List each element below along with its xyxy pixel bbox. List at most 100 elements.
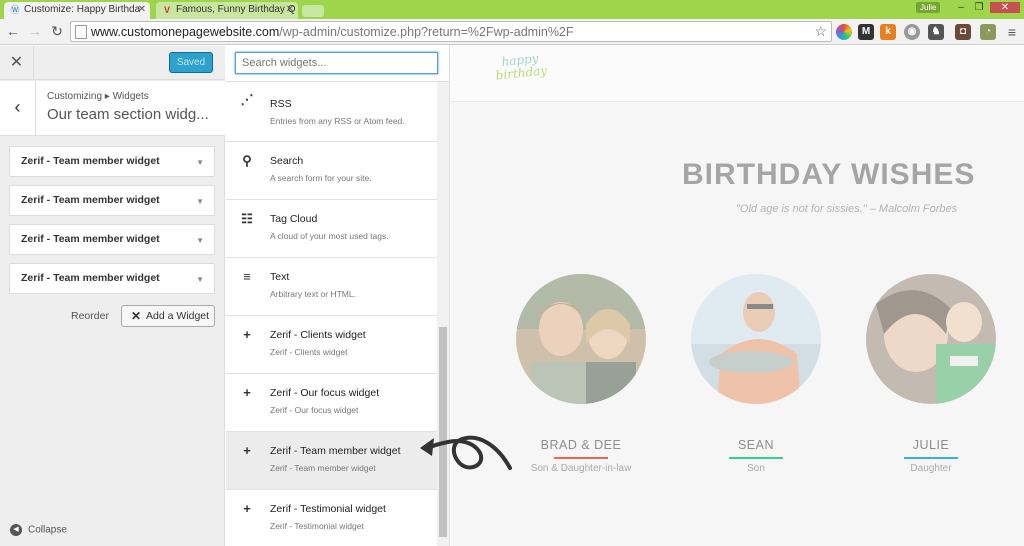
collapse-button[interactable]: ◀ Collapse [10, 524, 67, 536]
reload-icon[interactable]: ↻ [48, 22, 66, 40]
panel-title: Our team section widg... [47, 106, 209, 123]
collapse-label: Collapse [28, 524, 67, 536]
browser-tab-strip: Ⓦ Customize: Happy Birthda ✕ V Famous, F… [0, 0, 1024, 19]
new-tab-button[interactable] [302, 5, 324, 17]
team-member-card: JULIE Daughter [861, 274, 1001, 474]
sidebar-widget-item[interactable]: Zerif - Team member widget ▼ [9, 263, 215, 294]
customizer-sidebar: ✕ Saved ‹ Customizing ▸ Widgets Our team… [0, 46, 225, 546]
available-widget-search[interactable]: ⚲ Search A search form for your site. [226, 142, 437, 200]
tab-quotes[interactable]: V Famous, Funny Birthday Q ✕ [156, 2, 298, 19]
back-arrow-icon[interactable]: ← [4, 22, 22, 40]
tab-title: Famous, Funny Birthday Q [176, 4, 296, 15]
widget-desc: A search form for your site. [270, 173, 372, 183]
team-member-card: SEAN Son [686, 274, 826, 474]
widget-name: Search [270, 155, 304, 167]
available-widget-text[interactable]: ≡ Text Arbitrary text or HTML. [226, 258, 437, 316]
widget-desc: Zerif - Testimonial widget [270, 521, 364, 531]
url-text[interactable]: www.customonepagewebsite.com/wp-admin/cu… [91, 25, 574, 39]
member-divider [554, 457, 608, 459]
section-quote: "Old age is not for sissies." – Malcolm … [736, 203, 958, 215]
member-name: SEAN [737, 438, 775, 452]
tab-customize[interactable]: Ⓦ Customize: Happy Birthda ✕ [4, 2, 150, 19]
widget-desc: Entries from any RSS or Atom feed. [270, 116, 405, 126]
widget-name: Zerif - Testimonial widget [270, 503, 386, 515]
available-widget-testimonial[interactable]: + Zerif - Testimonial widget Zerif - Tes… [226, 490, 437, 546]
rss-icon: ⋰ [240, 92, 254, 107]
collapse-arrow-icon: ◀ [10, 524, 22, 536]
avatar [691, 274, 821, 404]
member-name: JULIE [912, 438, 950, 452]
browser-toolbar: ← → ↻ www.customonepagewebsite.com/wp-ad… [0, 19, 1024, 45]
search-icon: ⚲ [242, 153, 252, 168]
caret-down-icon[interactable]: ▼ [196, 148, 204, 177]
tag-cloud-icon: ☷ [241, 211, 253, 226]
panel-header: ‹ Customizing ▸ Widgets Our team section… [0, 81, 225, 136]
widget-name: Text [270, 271, 290, 283]
available-widget-rss[interactable]: ⋰ RSS Entries from any RSS or Atom feed. [226, 82, 437, 142]
widget-desc: Zerif - Team member widget [270, 463, 376, 473]
widget-desc: A cloud of your most used tags. [270, 231, 389, 241]
available-widget-team-member[interactable]: + Zerif - Team member widget Zerif - Tea… [226, 432, 437, 490]
sidebar-widget-item[interactable]: Zerif - Team member widget ▼ [9, 224, 215, 255]
search-widgets-input[interactable] [235, 52, 438, 74]
eye-icon[interactable]: ◉ [904, 24, 920, 40]
owl-icon[interactable]: ◔ [980, 24, 996, 40]
member-name: BRAD & DEE [540, 438, 622, 452]
menu-icon[interactable]: ≡ [1004, 24, 1020, 40]
minimize-icon[interactable]: – [952, 2, 970, 13]
close-customizer-icon[interactable]: ✕ [0, 46, 34, 80]
plus-icon: + [243, 385, 251, 400]
instagram-icon[interactable]: ◘ [955, 24, 971, 40]
widget-name: Zerif - Clients widget [270, 329, 366, 341]
site-logo[interactable]: happy birthday [494, 51, 548, 82]
available-widget-our-focus[interactable]: + Zerif - Our focus widget Zerif - Our f… [226, 374, 437, 432]
member-divider [729, 457, 783, 459]
customizer-header: ✕ Saved [0, 46, 225, 80]
widget-label: Zerif - Team member widget [21, 155, 160, 167]
m-icon[interactable]: M [858, 24, 874, 40]
member-role: Son & Daughter-in-law [530, 463, 632, 474]
puzzle-icon[interactable]: ♞ [928, 24, 944, 40]
back-chevron-icon[interactable]: ‹ [0, 81, 36, 136]
widget-label: Zerif - Team member widget [21, 233, 160, 245]
widget-name: Zerif - Team member widget [270, 445, 401, 457]
member-role: Daughter [910, 463, 952, 474]
widget-label: Zerif - Team member widget [21, 272, 160, 284]
restore-icon[interactable]: ❐ [970, 2, 988, 13]
forward-arrow-icon[interactable]: → [26, 22, 44, 40]
available-widget-clients[interactable]: + Zerif - Clients widget Zerif - Clients… [226, 316, 437, 374]
multicolor-icon[interactable] [836, 24, 852, 40]
plus-icon: + [243, 501, 251, 516]
address-bar[interactable]: www.customonepagewebsite.com/wp-admin/cu… [70, 21, 832, 42]
avatar [516, 274, 646, 404]
annotation-arrow-icon [420, 435, 512, 470]
caret-down-icon[interactable]: ▼ [196, 226, 204, 255]
widget-label: Zerif - Team member widget [21, 194, 160, 206]
team-member-card: BRAD & DEE Son & Daughter-in-law [511, 274, 651, 474]
k-icon[interactable]: k [880, 24, 896, 40]
bookmark-star-icon[interactable]: ☆ [814, 23, 827, 40]
plus-icon: + [243, 443, 251, 458]
avatar [866, 274, 996, 404]
add-widget-button[interactable]: ✕ Add a Widget [121, 305, 215, 327]
close-window-icon[interactable]: ✕ [990, 2, 1020, 13]
widget-desc: Zerif - Our focus widget [270, 405, 359, 415]
sidebar-widget-item[interactable]: Zerif - Team member widget ▼ [9, 185, 215, 216]
page-icon [75, 25, 87, 39]
close-icon[interactable]: ✕ [138, 2, 146, 18]
close-icon: ✕ [131, 309, 142, 323]
preview-header: happy birthday [451, 46, 1024, 102]
caret-down-icon[interactable]: ▼ [196, 187, 204, 216]
section-title: BIRTHDAY WISHES [682, 158, 976, 191]
member-role: Son [747, 463, 765, 474]
reorder-link[interactable]: Reorder [71, 310, 109, 322]
caret-down-icon[interactable]: ▼ [196, 265, 204, 294]
member-divider [904, 457, 958, 459]
breadcrumb: Customizing ▸ Widgets [47, 91, 149, 102]
available-widget-tag-cloud[interactable]: ☷ Tag Cloud A cloud of your most used ta… [226, 200, 437, 258]
wordpress-icon: Ⓦ [10, 5, 20, 15]
profile-badge[interactable]: Julie [916, 2, 941, 13]
close-icon[interactable]: ✕ [286, 2, 294, 18]
sidebar-widget-item[interactable]: Zerif - Team member widget ▼ [9, 146, 215, 177]
saved-button[interactable]: Saved [169, 52, 213, 73]
